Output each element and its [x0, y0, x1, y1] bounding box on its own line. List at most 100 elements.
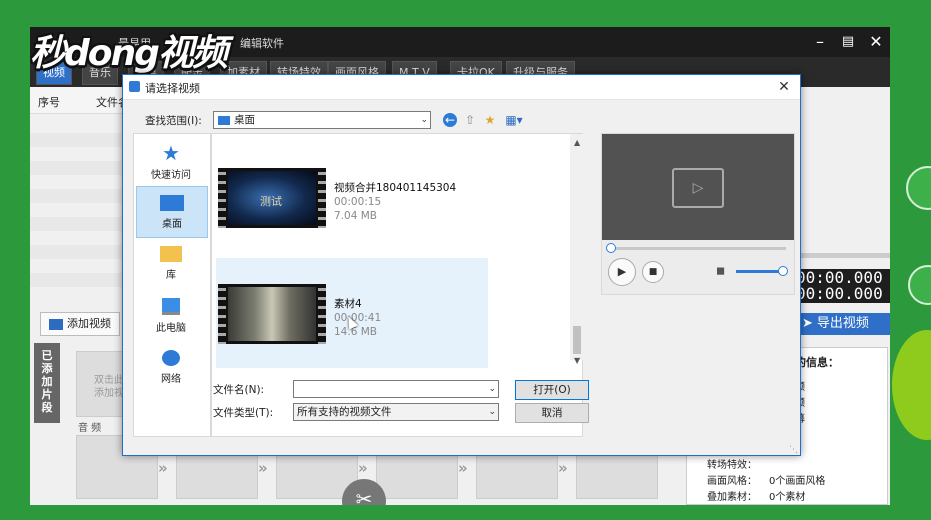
- file-list-header: 序号 文件名: [30, 87, 130, 114]
- file-duration: 00:00:41: [334, 312, 382, 324]
- cancel-button[interactable]: 取消: [515, 403, 589, 423]
- watermark-logo: 秒dong视频: [30, 24, 240, 76]
- film-holes: [318, 284, 326, 344]
- scroll-down-icon[interactable]: ▼: [574, 356, 580, 365]
- app-title-tail: 编辑软件: [240, 37, 284, 50]
- places-bar: ★ 快速访问 桌面 库 此电脑 网络: [133, 133, 211, 437]
- info-value: 0个画面风格: [769, 476, 826, 487]
- decor-circle: [892, 330, 931, 440]
- audio-slot[interactable]: [476, 455, 558, 499]
- dialog-close-icon[interactable]: ✕: [774, 77, 794, 97]
- library-folder-icon: [160, 246, 182, 262]
- add-video-button[interactable]: 添加视频: [40, 312, 120, 336]
- film-holes: [218, 168, 226, 228]
- place-label: 网络: [161, 374, 181, 385]
- network-icon: [162, 350, 180, 366]
- place-this-pc[interactable]: 此电脑: [136, 292, 206, 342]
- export-video-button[interactable]: ➤ 导出视频: [796, 313, 890, 335]
- preview-screen: ▷: [602, 134, 794, 240]
- video-preview: ▷ ▶ ■ ◼: [601, 133, 795, 295]
- audio-slot[interactable]: [376, 455, 458, 499]
- export-arrow-icon: ➤: [802, 316, 813, 331]
- place-label: 此电脑: [156, 323, 186, 334]
- double-arrow-icon: »: [258, 459, 268, 477]
- list-row: [30, 161, 125, 175]
- new-folder-icon[interactable]: ★: [483, 113, 497, 127]
- lookin-dropdown[interactable]: 桌面 ⌄: [213, 111, 431, 129]
- volume-icon[interactable]: ◼: [716, 264, 725, 277]
- place-quick-access[interactable]: ★ 快速访问: [136, 138, 206, 188]
- volume-knob[interactable]: [778, 266, 788, 276]
- column-index: 序号: [38, 96, 60, 109]
- film-holes: [318, 168, 326, 228]
- list-row: [30, 273, 125, 287]
- file-name: 视频合并180401145304: [334, 182, 457, 194]
- filename-label: 文件名(N):: [213, 384, 265, 396]
- scroll-up-icon[interactable]: ▲: [574, 138, 580, 147]
- filename-input[interactable]: ⌄: [293, 380, 499, 398]
- file-item[interactable]: 测试 视频合并180401145304 00:00:15 7.04 MB: [216, 136, 488, 246]
- up-folder-icon[interactable]: ⇧: [463, 113, 477, 127]
- progress-track: [796, 253, 890, 258]
- maximize-button[interactable]: ▤: [836, 31, 860, 53]
- info-label: 画面风格：: [707, 476, 757, 487]
- scrollbar-thumb[interactable]: [573, 326, 581, 354]
- dialog-title: 请选择视频: [145, 82, 200, 95]
- chevron-down-icon: ⌄: [488, 384, 496, 394]
- chevron-down-icon: ⌄: [488, 407, 496, 417]
- decor-circle: [908, 265, 931, 305]
- film-placeholder-icon: ▷: [672, 168, 724, 208]
- audio-slot[interactable]: [176, 455, 258, 499]
- select-video-dialog: 请选择视频 ✕ 查找范围(I): 桌面 ⌄ ← ⇧ ★ ▦▾ ★ 快速访问 桌面…: [122, 74, 801, 456]
- list-row: [30, 245, 125, 259]
- audio-slot[interactable]: [576, 455, 658, 499]
- filetype-label: 文件类型(T):: [213, 407, 274, 419]
- filetype-dropdown[interactable]: 所有支持的视频文件 ⌄: [293, 403, 499, 421]
- list-row: [30, 133, 125, 147]
- thumbnail-image: [228, 287, 316, 341]
- computer-icon: [162, 298, 180, 315]
- place-desktop[interactable]: 桌面: [136, 186, 208, 238]
- video-thumbnail: 测试: [218, 168, 326, 228]
- film-holes: [218, 284, 226, 344]
- play-button[interactable]: ▶: [608, 258, 636, 286]
- chevron-down-icon: ⌄: [420, 115, 428, 125]
- close-button[interactable]: ✕: [864, 31, 888, 53]
- double-arrow-icon: »: [158, 459, 168, 477]
- info-value: 0个素材: [769, 492, 806, 503]
- lookin-value: 桌面: [234, 114, 255, 126]
- resize-grip-icon[interactable]: ⋱: [789, 445, 798, 455]
- view-menu-icon[interactable]: ▦▾: [503, 113, 525, 127]
- back-icon[interactable]: ←: [443, 113, 457, 127]
- list-row: [30, 217, 125, 231]
- double-arrow-icon: »: [558, 459, 568, 477]
- star-icon: ★: [162, 141, 180, 165]
- place-library[interactable]: 库: [136, 240, 206, 290]
- double-arrow-icon: »: [458, 459, 468, 477]
- place-label: 桌面: [162, 219, 182, 230]
- volume-slider[interactable]: [736, 270, 782, 273]
- decor-circle: [906, 166, 931, 210]
- double-arrow-icon: »: [358, 459, 368, 477]
- seek-knob[interactable]: [606, 243, 616, 253]
- film-icon: [49, 318, 63, 330]
- place-network[interactable]: 网络: [136, 344, 206, 394]
- file-size: 7.04 MB: [334, 210, 377, 222]
- minimize-button[interactable]: –: [808, 31, 832, 53]
- video-thumbnail: [218, 284, 326, 344]
- stop-button[interactable]: ■: [642, 261, 664, 283]
- info-title: 的信息：: [795, 356, 839, 369]
- export-video-label: 导出视频: [816, 316, 869, 331]
- filetype-value: 所有支持的视频文件: [297, 406, 392, 418]
- preview-seek-bar[interactable]: [608, 247, 786, 250]
- place-label: 快速访问: [151, 170, 191, 181]
- app-icon: [129, 81, 140, 92]
- thumbnail-image: 测试: [228, 171, 316, 225]
- file-size: 14.6 MB: [334, 326, 377, 338]
- open-button[interactable]: 打开(O): [515, 380, 589, 400]
- watermark-logo-text: 秒dong视频: [30, 33, 228, 74]
- audio-track-label: 音 频: [78, 423, 102, 434]
- info-label: 叠加素材：: [707, 492, 757, 503]
- file-item-selected[interactable]: 素材4 00:00:41 14.6 MB: [216, 258, 488, 368]
- place-label: 库: [166, 270, 176, 281]
